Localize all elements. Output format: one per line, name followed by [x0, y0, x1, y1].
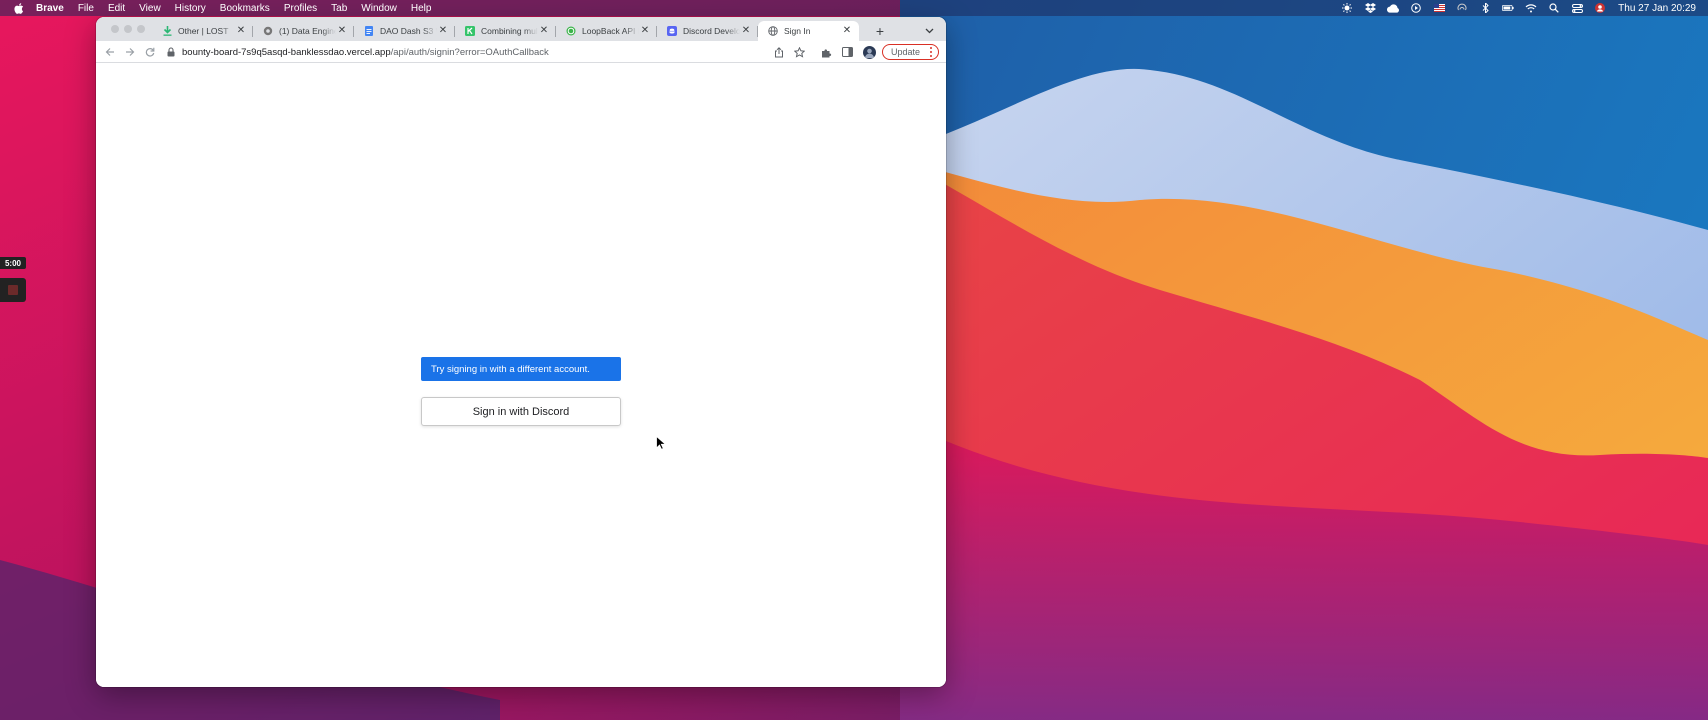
browser-toolbar: bounty-board-7s9q5asqd-banklessdao.verce… [96, 41, 946, 63]
tab-close-icon[interactable]: ✕ [740, 25, 752, 37]
tab-close-icon[interactable]: ✕ [841, 25, 853, 37]
user-icon[interactable] [1594, 3, 1606, 13]
play-icon[interactable] [1410, 3, 1422, 13]
menu-bar: Brave File Edit View History Bookmarks P… [0, 0, 1708, 16]
menu-view[interactable]: View [139, 3, 161, 14]
menu-edit[interactable]: Edit [108, 3, 125, 14]
menu-help[interactable]: Help [411, 3, 432, 14]
menu-file[interactable]: File [78, 3, 94, 14]
tab-title: LoopBack API E [582, 26, 639, 36]
download-arrow-icon [162, 26, 172, 36]
tab-close-icon[interactable]: ✕ [437, 25, 449, 37]
browser-window: Other | LOST ✕ (1) Data Engineer ✕ DAO D… [96, 17, 946, 687]
window-zoom-button[interactable] [137, 25, 145, 33]
bluetooth-icon[interactable] [1479, 3, 1491, 13]
menu-bookmarks[interactable]: Bookmarks [220, 3, 270, 14]
tab-close-icon[interactable]: ✕ [235, 25, 247, 37]
stop-icon [8, 285, 18, 295]
tab-sign-in[interactable]: Sign In ✕ [758, 21, 859, 41]
tab-close-icon[interactable]: ✕ [538, 25, 550, 37]
recording-timer: 5:00 [0, 257, 26, 269]
flag-icon[interactable] [1433, 3, 1445, 13]
chevron-down-icon[interactable] [922, 24, 936, 38]
extensions-puzzle-icon[interactable] [820, 46, 832, 58]
creative-cloud-icon[interactable] [1387, 3, 1400, 13]
url-path: /api/auth/signin?error=OAuthCallback [390, 46, 549, 58]
menu-clock[interactable]: Thu 27 Jan 20:29 [1618, 3, 1696, 14]
url-host: bounty-board-7s9q5asqd-banklessdao.verce… [182, 46, 391, 58]
tab-close-icon[interactable]: ✕ [639, 25, 651, 37]
spotlight-icon[interactable] [1548, 3, 1560, 13]
airdrop-icon[interactable] [1456, 3, 1468, 13]
back-arrow-icon[interactable] [104, 46, 116, 58]
error-banner: Try signing in with a different account. [421, 357, 621, 381]
tab-loopback[interactable]: LoopBack API E ✕ [556, 21, 657, 41]
tab-title: Combining mul [481, 26, 538, 36]
menu-window[interactable]: Window [361, 3, 397, 14]
tab-title: Discord Develo [683, 26, 740, 36]
apple-logo-icon[interactable] [14, 2, 28, 14]
more-menu-icon[interactable] [930, 47, 933, 57]
control-center-icon[interactable] [1571, 3, 1583, 13]
menu-profiles[interactable]: Profiles [284, 3, 317, 14]
update-label: Update [891, 47, 921, 57]
wifi-icon[interactable] [1525, 3, 1537, 13]
profile-avatar[interactable] [863, 46, 876, 59]
sidebar-toggle-icon[interactable] [841, 46, 853, 58]
gear-icon [263, 26, 273, 36]
menu-history[interactable]: History [175, 3, 206, 14]
tab-other-lost[interactable]: Other | LOST ✕ [152, 21, 253, 41]
address-bar[interactable]: bounty-board-7s9q5asqd-banklessdao.verce… [166, 44, 806, 60]
mouse-cursor-icon [656, 436, 666, 450]
window-close-button[interactable] [111, 25, 119, 33]
tab-title: (1) Data Engineer [279, 26, 336, 36]
recording-stop-button[interactable] [0, 278, 26, 302]
new-tab-button[interactable]: + [872, 23, 888, 39]
tab-title: DAO Dash S3 W [380, 26, 437, 36]
window-minimize-button[interactable] [124, 25, 132, 33]
tab-data-engineer[interactable]: (1) Data Engineer ✕ [253, 21, 354, 41]
tab-strip: Other | LOST ✕ (1) Data Engineer ✕ DAO D… [96, 17, 946, 41]
lock-icon[interactable] [166, 47, 176, 57]
forward-arrow-icon[interactable] [124, 46, 136, 58]
reload-icon[interactable] [144, 46, 156, 58]
menu-tab[interactable]: Tab [331, 3, 347, 14]
loopback-icon [566, 26, 576, 36]
globe-icon [768, 26, 778, 36]
battery-icon[interactable] [1502, 3, 1514, 13]
page-viewport: Try signing in with a different account.… [96, 64, 946, 687]
tab-close-icon[interactable]: ✕ [336, 25, 348, 37]
signin-discord-button[interactable]: Sign in with Discord [421, 397, 621, 426]
discord-icon [667, 26, 677, 36]
doc-icon [364, 26, 374, 36]
tab-dao-dash[interactable]: DAO Dash S3 W ✕ [354, 21, 455, 41]
menu-app-name[interactable]: Brave [36, 3, 64, 14]
bookmark-star-icon[interactable] [793, 46, 805, 58]
brightness-icon[interactable] [1341, 3, 1353, 13]
tab-discord-developers[interactable]: Discord Develo ✕ [657, 21, 758, 41]
tab-combining[interactable]: Combining mul ✕ [455, 21, 556, 41]
tab-title: Sign In [784, 26, 811, 36]
tab-title: Other | LOST [178, 26, 229, 36]
share-icon[interactable] [773, 46, 785, 58]
update-button[interactable]: Update [882, 44, 939, 60]
green-k-icon [465, 26, 475, 36]
dropbox-icon[interactable] [1364, 3, 1376, 13]
